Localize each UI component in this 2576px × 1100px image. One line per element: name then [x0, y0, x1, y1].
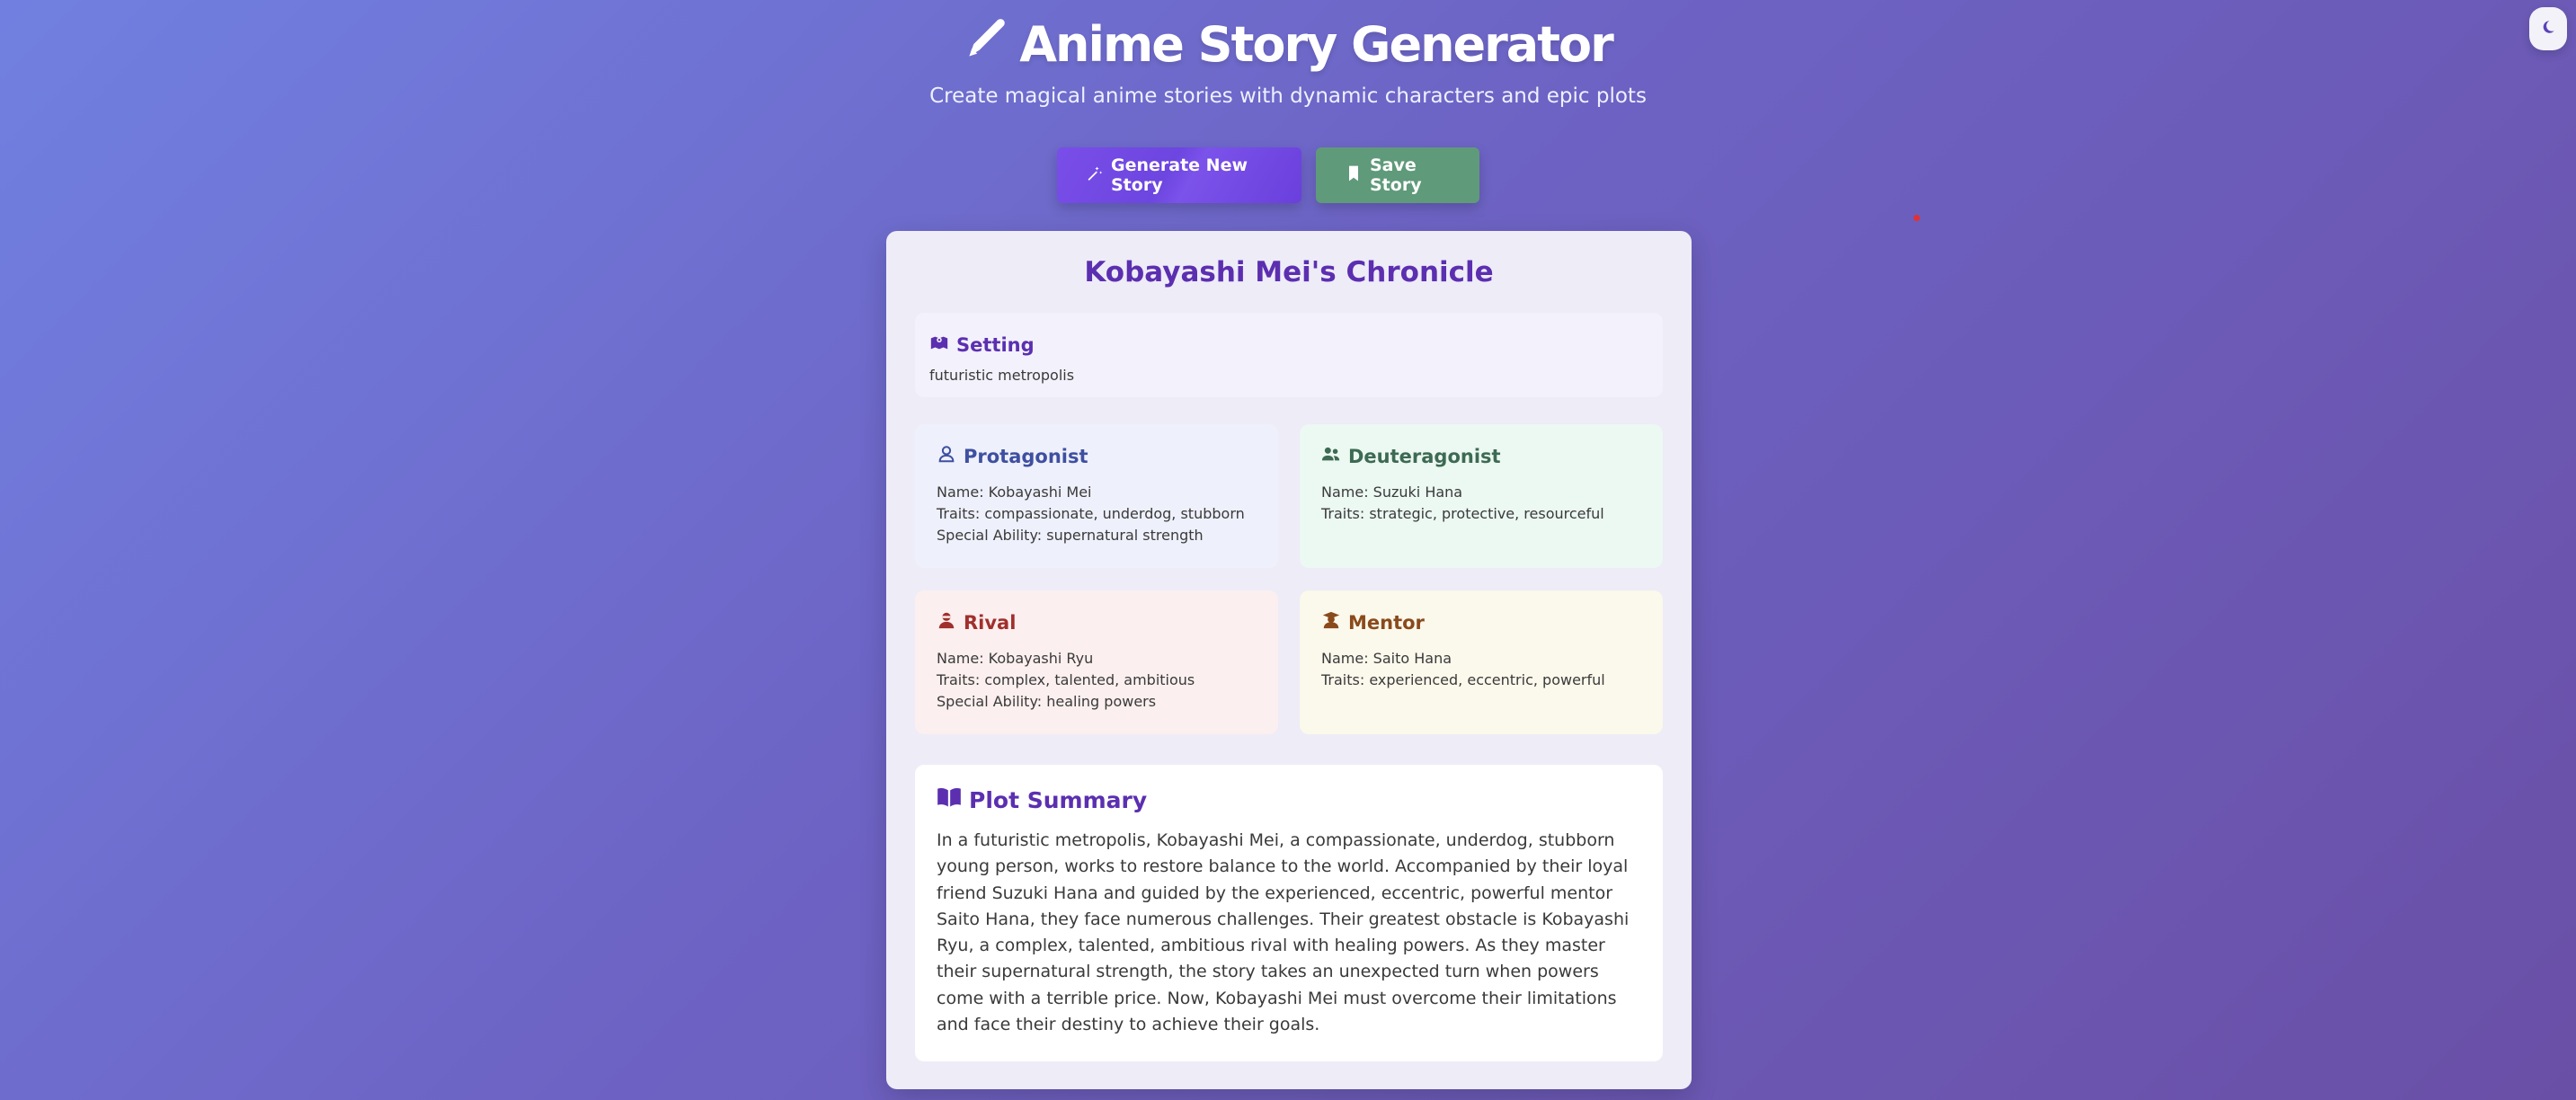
deuteragonist-heading: Deuteragonist [1321, 444, 1501, 468]
deuteragonist-card: Deuteragonist Name: Suzuki Hana Traits: … [1300, 424, 1663, 568]
page-title: Anime Story Generator [964, 13, 1614, 75]
plot-summary-text: In a futuristic metropolis, Kobayashi Me… [937, 830, 1630, 1035]
mentor-heading-text: Mentor [1348, 611, 1425, 634]
page-title-text: Anime Story Generator [1019, 15, 1613, 73]
pen-icon [964, 15, 1010, 74]
action-bar: Generate New Story Save Story [0, 147, 2576, 203]
plot-summary-heading: Plot Summary [937, 785, 1147, 815]
setting-value: futuristic metropolis [929, 367, 1075, 384]
page-header: Anime Story Generator Create magical ani… [0, 13, 2576, 109]
setting-heading-text: Setting [956, 333, 1035, 356]
generate-story-label: Generate New Story [1111, 155, 1248, 195]
save-story-button[interactable]: Save Story [1316, 147, 1479, 203]
deuteragonist-name: Name: Suzuki Hana [1321, 483, 1463, 501]
plot-summary-section: Plot Summary In a futuristic metropolis,… [915, 765, 1663, 1061]
rival-name: Name: Kobayashi Ryu [937, 650, 1094, 667]
user-icon [937, 444, 956, 468]
mentor-details: Name: Saito Hana Traits: experienced, ec… [1321, 648, 1605, 691]
cursor-dot [1914, 215, 1920, 221]
protagonist-ability: Special Ability: supernatural strength [937, 527, 1204, 544]
protagonist-traits: Traits: compassionate, underdog, stubbor… [937, 505, 1245, 522]
mentor-card: Mentor Name: Saito Hana Traits: experien… [1300, 590, 1663, 734]
user-ninja-icon [937, 610, 956, 634]
mentor-name: Name: Saito Hana [1321, 650, 1452, 667]
rival-ability: Special Ability: healing powers [937, 693, 1157, 710]
book-open-icon [937, 785, 962, 815]
users-icon [1321, 444, 1341, 468]
story-card: Kobayashi Mei's Chronicle Setting futuri… [886, 231, 1692, 1089]
protagonist-heading: Protagonist [937, 444, 1088, 468]
user-graduate-icon [1321, 610, 1341, 634]
rival-details: Name: Kobayashi Ryu Traits: complex, tal… [937, 648, 1195, 713]
setting-heading: Setting [929, 333, 1035, 357]
map-icon [929, 333, 949, 357]
deuteragonist-heading-text: Deuteragonist [1348, 445, 1501, 467]
setting-section: Setting futuristic metropolis [915, 313, 1663, 397]
deuteragonist-details: Name: Suzuki Hana Traits: strategic, pro… [1321, 482, 1604, 525]
mentor-heading: Mentor [1321, 610, 1425, 634]
mentor-traits: Traits: experienced, eccentric, powerful [1321, 671, 1605, 688]
magic-wand-icon [1086, 164, 1104, 187]
rival-card: Rival Name: Kobayashi Ryu Traits: comple… [915, 590, 1278, 734]
rival-traits: Traits: complex, talented, ambitious [937, 671, 1195, 688]
generate-story-button[interactable]: Generate New Story [1057, 147, 1301, 203]
protagonist-name: Name: Kobayashi Mei [937, 483, 1092, 501]
protagonist-details: Name: Kobayashi Mei Traits: compassionat… [937, 482, 1245, 546]
rival-heading-text: Rival [964, 611, 1017, 634]
protagonist-heading-text: Protagonist [964, 445, 1088, 467]
plot-summary-heading-text: Plot Summary [969, 786, 1148, 813]
save-story-label: Save Story [1370, 155, 1422, 195]
story-title: Kobayashi Mei's Chronicle [1084, 256, 1494, 288]
protagonist-card: Protagonist Name: Kobayashi Mei Traits: … [915, 424, 1278, 568]
page-subtitle: Create magical anime stories with dynami… [929, 84, 1647, 108]
deuteragonist-traits: Traits: strategic, protective, resourcef… [1321, 505, 1604, 522]
rival-heading: Rival [937, 610, 1016, 634]
bookmark-icon [1345, 164, 1363, 187]
